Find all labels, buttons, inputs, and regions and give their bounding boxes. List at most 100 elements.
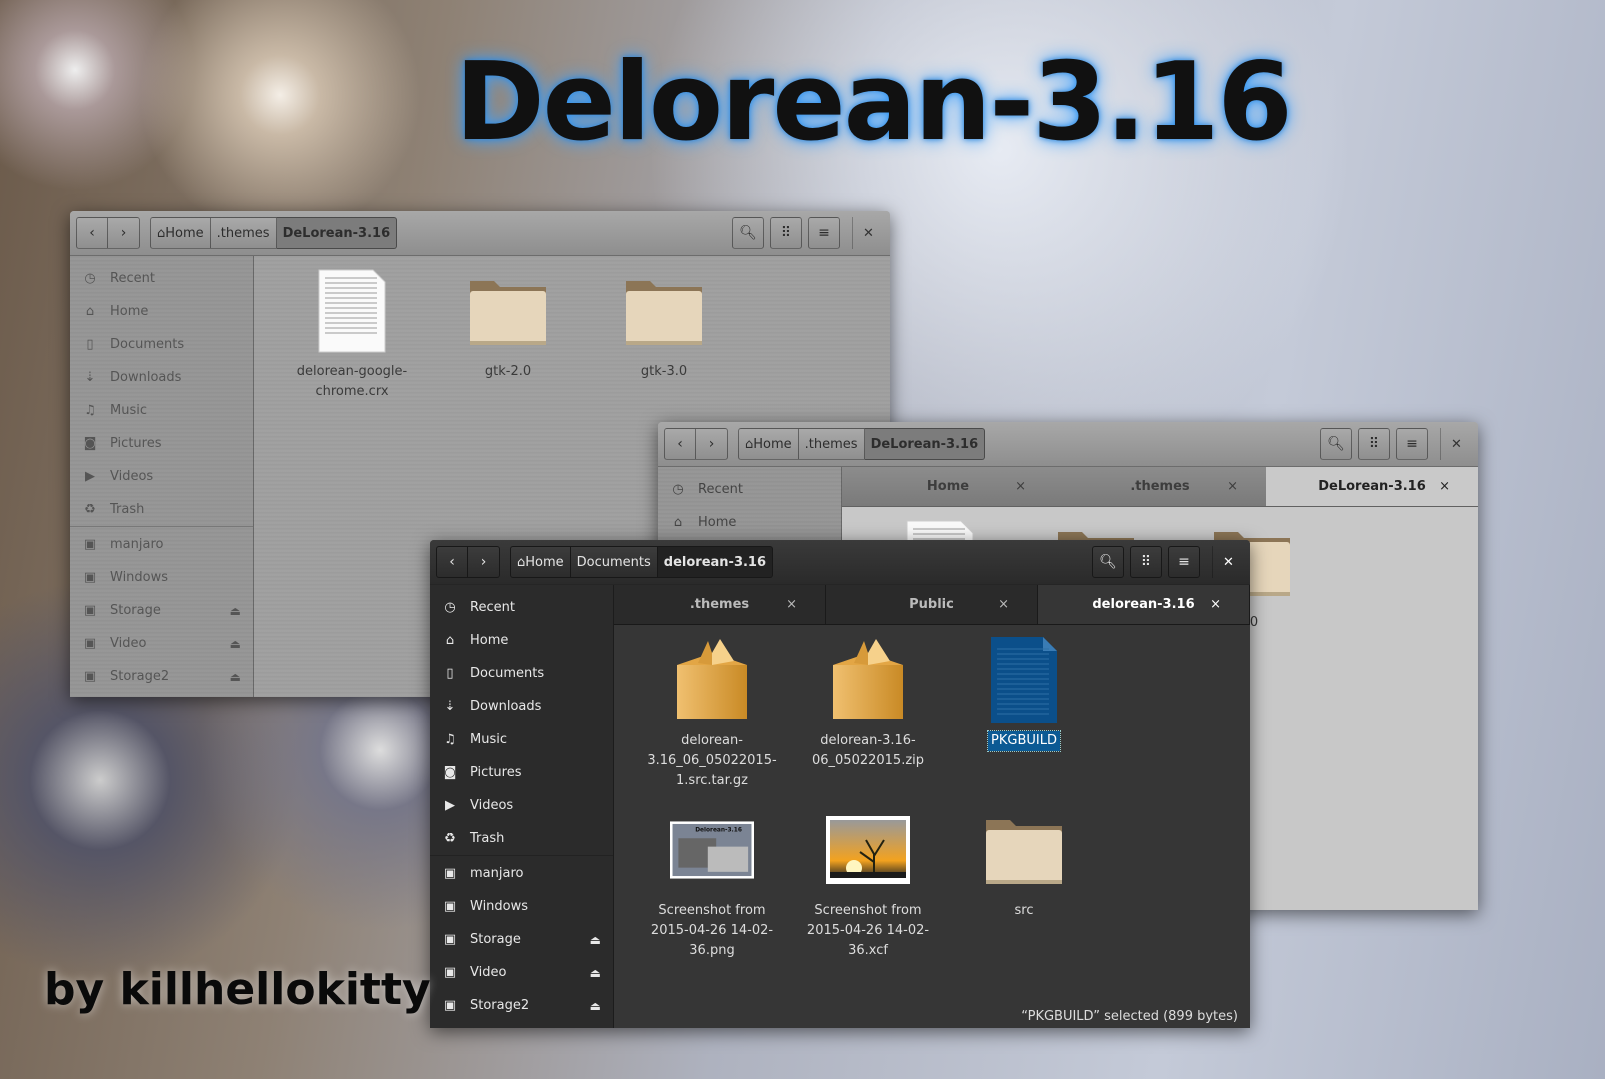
sidebar-item-pictures[interactable]: ◙ Pictures [70,427,253,460]
forward-button[interactable]: › [696,428,728,460]
close-tab-icon[interactable]: × [786,597,797,612]
breadcrumb-item[interactable]: .themes [210,217,277,249]
eject-icon[interactable]: ⏏ [230,670,241,684]
drive-icon: ▣ [83,669,97,684]
view-toggle-button[interactable]: ⠿ [1130,546,1162,578]
view-toggle-button[interactable]: ⠿ [770,217,802,249]
back-button[interactable]: ‹ [664,428,696,460]
back-button[interactable]: ‹ [76,217,108,249]
drive-icon: ▣ [83,570,97,585]
breadcrumb-item[interactable]: Documents [570,546,658,578]
file-name: delorean-3.16-06_05022015.zip [811,733,925,768]
sidebar-item-label: Storage [110,603,161,618]
close-tab-icon[interactable]: × [1227,479,1238,494]
sidebar-item-trash[interactable]: ♻ Trash [70,493,253,526]
sidebar-item-label: Downloads [470,699,542,714]
sidebar-item-home[interactable]: ⌂ Home [658,506,841,539]
sidebar-item-documents[interactable]: ▯ Documents [430,657,613,690]
file-item[interactable]: gtk-2.0 [430,266,586,436]
file-manager-window-front: ‹ › ⌂ Home Documents delorean-3.16 🔍︎ ⠿ ≡ ✕ ◷ Rece… [430,540,1250,1028]
file-item[interactable]: delorean-3.16-06_05022015.zip [790,635,946,805]
eject-icon[interactable]: ⏏ [590,999,601,1013]
file-item[interactable]: Screenshot from 2015-04-26 14-02-36.xcf [790,805,946,975]
tab-label: .themes [1130,479,1190,494]
sidebar-item-storage[interactable]: ▣ Storage ⏏ [70,594,253,627]
tab-delorean-3.16[interactable]: DeLorean-3.16 × [1266,467,1478,506]
eject-icon[interactable]: ⏏ [230,604,241,618]
sidebar-item-trash[interactable]: ♻ Trash [430,822,613,855]
sidebar-item-video[interactable]: ▣ Video ⏏ [70,627,253,660]
home-icon: ⌂ [157,225,166,241]
eject-icon[interactable]: ⏏ [590,933,601,947]
back-button[interactable]: ‹ [436,546,468,578]
forward-button[interactable]: › [108,217,140,249]
folder-file-icon [466,266,550,356]
tab-public[interactable]: Public × [826,585,1038,624]
close-button[interactable]: ✕ [1212,546,1244,578]
close-button[interactable]: ✕ [852,217,884,249]
menu-button[interactable]: ≡ [808,217,840,249]
tab-home[interactable]: Home × [842,467,1054,506]
sidebar-item-recent[interactable]: ◷ Recent [70,262,253,295]
sidebar-item-label: Storage [470,932,521,947]
package-file-icon [670,635,754,725]
sidebar-item-downloads[interactable]: ⇣ Downloads [430,690,613,723]
sidebar-item-manjaro[interactable]: ▣ manjaro [430,857,613,890]
sidebar-item-downloads[interactable]: ⇣ Downloads [70,361,253,394]
breadcrumb-label: .themes [804,436,858,452]
sidebar-item-label: Recent [698,482,743,497]
search-button[interactable]: 🔍︎ [1092,546,1124,578]
breadcrumb-item[interactable]: ⌂ Home [738,428,799,460]
sidebar-item-storage2[interactable]: ▣ Storage2 ⏏ [430,989,613,1022]
close-button[interactable]: ✕ [1440,428,1472,460]
breadcrumb-item[interactable]: delorean-3.16 [657,546,774,578]
file-item[interactable]: src [946,805,1102,975]
file-item[interactable]: Delorean-3.16 Screenshot from 2015-04-26 … [634,805,790,975]
forward-button[interactable]: › [468,546,500,578]
sidebar-item-windows[interactable]: ▣ Windows [430,890,613,923]
sidebar-item-home[interactable]: ⌂ Home [70,295,253,328]
file-item[interactable]: delorean-google-chrome.crx [274,266,430,436]
sidebar-item-music[interactable]: ♫ Music [70,394,253,427]
sidebar-item-storage2[interactable]: ▣ Storage2 ⏏ [70,660,253,693]
sidebar-item-recent[interactable]: ◷ Recent [430,591,613,624]
file-item[interactable]: gtk-3.0 [586,266,742,436]
breadcrumb-label: DeLorean-3.16 [282,225,391,241]
close-tab-icon[interactable]: × [1015,479,1026,494]
search-button[interactable]: 🔍︎ [732,217,764,249]
recent-icon: ◷ [444,600,456,615]
sidebar-item-videos[interactable]: ▶ Videos [70,460,253,493]
menu-button[interactable]: ≡ [1396,428,1428,460]
file-item[interactable]: PKGBUILD [946,635,1102,805]
tab-delorean-3.16[interactable]: delorean-3.16 × [1038,585,1250,624]
close-tab-icon[interactable]: × [1439,479,1450,494]
sidebar-item-videos[interactable]: ▶ Videos [430,789,613,822]
sidebar-item-home[interactable]: ⌂ Home [430,624,613,657]
eject-icon[interactable]: ⏏ [590,966,601,980]
sidebar-item-documents[interactable]: ▯ Documents [70,328,253,361]
sidebar-item-music[interactable]: ♫ Music [430,723,613,756]
file-item[interactable]: delorean-3.16_06_05022015-1.src.tar.gz [634,635,790,805]
tab-themes[interactable]: .themes × [614,585,826,624]
sidebar-item-recent[interactable]: ◷ Recent [658,473,841,506]
sidebar-item-windows[interactable]: ▣ Windows [70,561,253,594]
breadcrumb-item[interactable]: DeLorean-3.16 [276,217,398,249]
close-tab-icon[interactable]: × [998,597,1009,612]
sidebar-item-manjaro[interactable]: ▣ manjaro [70,528,253,561]
breadcrumb-item[interactable]: .themes [798,428,865,460]
search-button[interactable]: 🔍︎ [1320,428,1352,460]
tab-themes[interactable]: .themes × [1054,467,1266,506]
home-icon: ⌂ [85,304,95,319]
sidebar-item-video[interactable]: ▣ Video ⏏ [430,956,613,989]
breadcrumb-item[interactable]: DeLorean-3.16 [864,428,986,460]
menu-button[interactable]: ≡ [1168,546,1200,578]
view-toggle-button[interactable]: ⠿ [1358,428,1390,460]
breadcrumb-item[interactable]: ⌂ Home [150,217,211,249]
sidebar-item-storage[interactable]: ▣ Storage ⏏ [430,923,613,956]
close-tab-icon[interactable]: × [1210,597,1221,612]
sidebar-item-pictures[interactable]: ◙ Pictures [430,756,613,789]
breadcrumb-item[interactable]: ⌂ Home [510,546,571,578]
status-bar: “PKGBUILD” selected (899 bytes) [1021,1009,1238,1024]
recent-icon: ◷ [672,482,684,497]
eject-icon[interactable]: ⏏ [230,637,241,651]
